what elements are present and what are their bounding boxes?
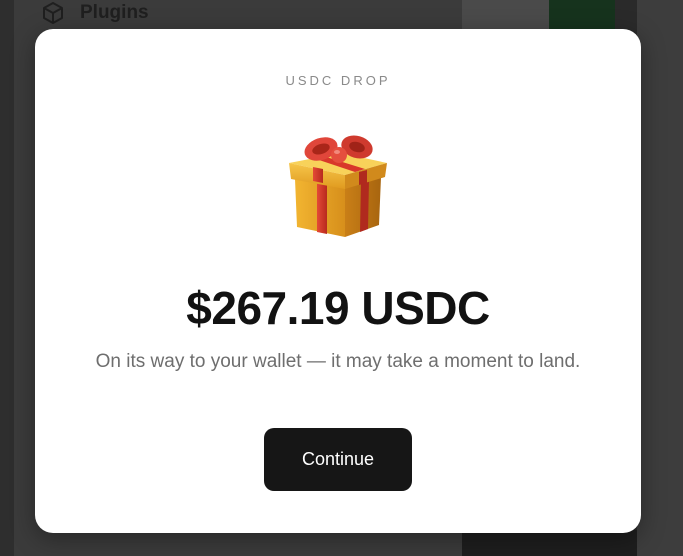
background-footer-strip — [462, 530, 637, 556]
usdc-drop-modal: USDC DROP $267.19 USDC On its way to you… — [35, 29, 641, 533]
continue-button[interactable]: Continue — [264, 428, 412, 491]
modal-eyebrow: USDC DROP — [285, 73, 391, 88]
usdc-amount: $267.19 USDC — [186, 282, 490, 334]
nav-item-plugins[interactable]: Plugins — [40, 0, 149, 26]
gift-icon — [283, 127, 393, 239]
cube-icon — [40, 0, 66, 26]
nav-item-label: Plugins — [80, 2, 149, 23]
background-right-column — [637, 0, 683, 556]
background-left-edge — [0, 0, 14, 556]
screen: Plugins USDC DROP $267.19 USDC On its wa… — [0, 0, 683, 556]
modal-subtitle: On its way to your wallet — it may take … — [95, 351, 581, 372]
background-accent-block — [549, 0, 615, 30]
